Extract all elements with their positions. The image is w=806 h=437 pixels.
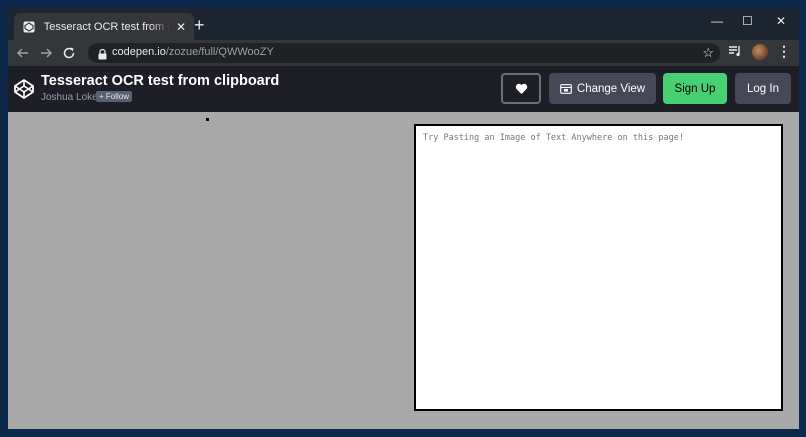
stray-dot bbox=[206, 118, 209, 121]
tab-title: Tesseract OCR test from clipboard bbox=[43, 20, 170, 33]
browser-tab[interactable]: Tesseract OCR test from clipboard ✕ bbox=[14, 13, 194, 40]
bookmark-star-icon[interactable]: ☆ bbox=[702, 45, 714, 61]
profile-avatar[interactable] bbox=[752, 44, 768, 60]
media-list-icon[interactable] bbox=[728, 44, 742, 63]
url-text[interactable]: codepen.io/zozue/full/QWWooZY bbox=[112, 46, 274, 58]
paste-text-area[interactable]: Try Pasting an Image of Text Anywhere on… bbox=[414, 124, 783, 411]
close-window-button[interactable]: ✕ bbox=[776, 14, 786, 28]
tab-close-icon[interactable]: ✕ bbox=[176, 20, 186, 34]
more-menu-icon[interactable]: ⋮ bbox=[777, 43, 791, 60]
address-bar[interactable]: codepen.io/zozue/full/QWWooZY ☆ bbox=[88, 43, 720, 63]
reload-icon[interactable] bbox=[60, 44, 78, 62]
log-in-button[interactable]: Log In bbox=[735, 73, 791, 104]
codepen-logo-icon[interactable] bbox=[13, 78, 35, 105]
layout-icon bbox=[560, 83, 572, 94]
heart-button[interactable] bbox=[501, 73, 541, 104]
codepen-header: Tesseract OCR test from clipboard Joshua… bbox=[8, 66, 799, 112]
url-path: /zozue/full/QWWooZY bbox=[165, 46, 274, 58]
new-tab-button[interactable]: + bbox=[194, 16, 205, 34]
maximize-button[interactable]: ☐ bbox=[742, 14, 753, 28]
minimize-button[interactable]: — bbox=[711, 14, 723, 28]
sign-up-button[interactable]: Sign Up bbox=[663, 73, 727, 104]
pen-output[interactable]: Try Pasting an Image of Text Anywhere on… bbox=[8, 112, 799, 429]
author-link[interactable]: Joshua Loke bbox=[41, 92, 98, 103]
browser-toolbar: codepen.io/zozue/full/QWWooZY ☆ ⋮ bbox=[8, 40, 799, 66]
forward-arrow-icon[interactable] bbox=[37, 44, 55, 62]
change-view-label: Change View bbox=[576, 82, 646, 95]
change-view-button[interactable]: Change View bbox=[549, 73, 656, 104]
lock-icon[interactable] bbox=[98, 47, 107, 65]
url-host: codepen.io bbox=[112, 46, 166, 58]
back-arrow-icon[interactable] bbox=[14, 44, 32, 62]
follow-button[interactable]: + Follow bbox=[96, 91, 133, 102]
pen-title: Tesseract OCR test from clipboard bbox=[41, 73, 280, 89]
title-bar: Tesseract OCR test from clipboard ✕ + — … bbox=[8, 8, 799, 40]
heart-icon bbox=[515, 83, 527, 94]
codepen-favicon-icon bbox=[22, 20, 36, 34]
browser-window: Tesseract OCR test from clipboard ✕ + — … bbox=[8, 8, 799, 429]
